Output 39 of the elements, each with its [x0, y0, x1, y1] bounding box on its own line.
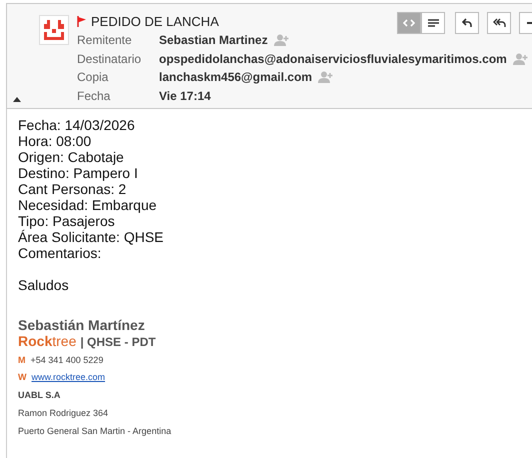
logo-icon	[44, 20, 64, 40]
contact-key: M	[18, 354, 26, 366]
website-link[interactable]: www.rocktree.com	[32, 371, 106, 383]
contact-key: W	[18, 371, 26, 383]
view-mode-button[interactable]	[421, 12, 445, 34]
body-line: Comentarios:	[18, 245, 102, 261]
message-subject: PEDIDO DE LANCHA	[91, 14, 219, 28]
header-label: Remitente	[77, 33, 133, 48]
header-label: Copia	[77, 70, 110, 84]
reply-icon	[462, 18, 472, 28]
body-line: Fecha: 14/03/2026	[18, 117, 136, 133]
signature-name: Sebastián Martínez	[18, 317, 146, 333]
phone-number: +54 341 400 5229	[30, 354, 104, 366]
code-icon	[403, 19, 415, 27]
header-value: lanchaskm456@gmail.com	[159, 70, 312, 84]
header-label: Destinatario	[77, 52, 142, 66]
flag-icon[interactable]	[77, 16, 87, 26]
header-value: Vie 17:14	[159, 88, 211, 103]
reply-all-icon	[492, 18, 506, 28]
address-line: Puerto General San Martin - Argentina	[18, 425, 172, 437]
company-name: UABL S.A	[18, 389, 62, 401]
reply-all-button[interactable]	[487, 12, 511, 34]
body-line: Hora: 08:00	[18, 133, 92, 149]
body-line: Necesidad: Embarque	[18, 197, 158, 213]
body-line: Destino: Pampero I	[18, 165, 139, 181]
body-line: Tipo: Pasajeros	[18, 213, 116, 229]
closing-line: Saludos	[18, 277, 70, 293]
collapse-caret[interactable]	[13, 95, 21, 104]
body-line: Área Solicitante: QHSE	[18, 229, 165, 245]
brand-name: Rocktree	[18, 333, 76, 349]
lines-icon	[428, 19, 438, 27]
reply-button[interactable]	[455, 12, 479, 34]
header-value: opspedidolanchas@adonaiserviciosfluvialesymaritimos.com	[159, 52, 507, 66]
header-value: Sebastian Martinez	[159, 33, 268, 48]
signature-unit: | QHSE - PDT	[80, 335, 156, 349]
body-line: Origen: Cabotaje	[18, 149, 125, 165]
header-label: Fecha	[77, 88, 112, 103]
address-line: Ramon Rodriguez 364	[18, 407, 110, 419]
body-line: Cant Personas: 2	[18, 181, 128, 197]
